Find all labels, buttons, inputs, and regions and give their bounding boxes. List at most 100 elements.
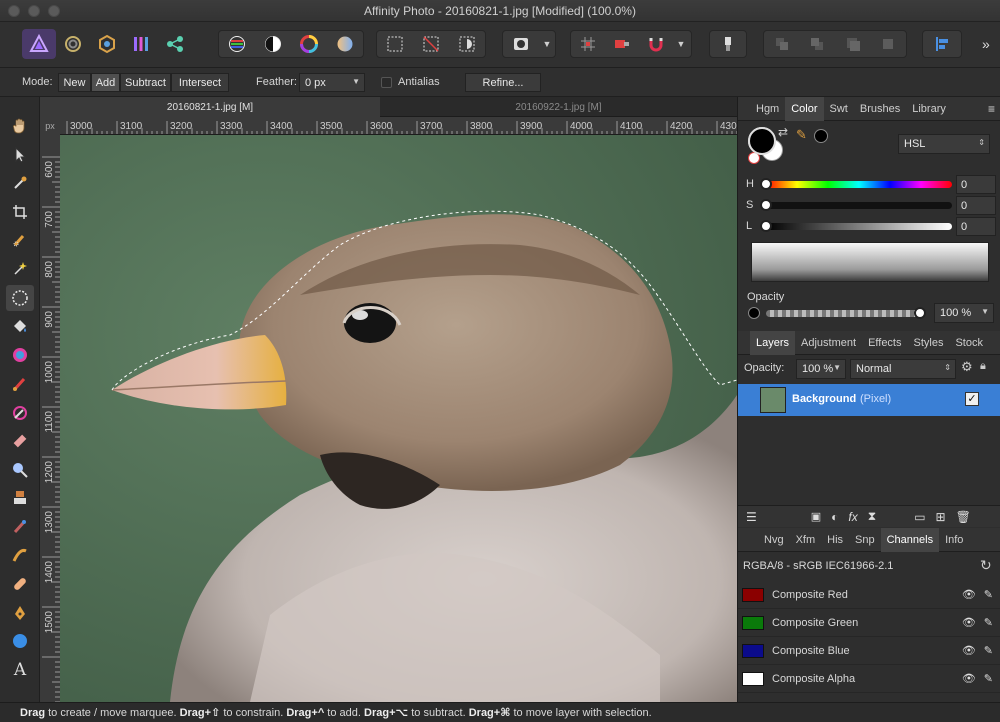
antialias-checkbox[interactable] xyxy=(381,77,392,88)
document-tab[interactable]: 20160821-1.jpg [M] xyxy=(40,97,380,117)
channel-row[interactable]: Composite Alpha 👁︎ ✎ xyxy=(738,665,1000,693)
swap-colors-icon[interactable]: ⇄ xyxy=(778,125,788,139)
blur-brush-tool-icon[interactable] xyxy=(6,514,34,540)
gear-icon[interactable]: ⚙ xyxy=(961,359,973,375)
document-canvas[interactable] xyxy=(60,135,737,702)
document-tab[interactable]: 20160922-1.jpg [M] xyxy=(380,97,737,117)
chevron-down-icon[interactable]: ▼ xyxy=(539,31,555,57)
contrast-icon[interactable] xyxy=(255,31,291,57)
opacity-slider[interactable] xyxy=(766,310,922,317)
fx-icon[interactable]: fx xyxy=(848,510,857,524)
tone-mapping-persona-icon[interactable] xyxy=(124,31,158,57)
pen-tool-icon[interactable] xyxy=(6,600,34,626)
tab-adjustment[interactable]: Adjustment xyxy=(795,331,862,355)
eye-icon[interactable]: 👁︎ xyxy=(962,644,976,657)
assistant-icon[interactable] xyxy=(605,31,639,57)
crop-tool-icon[interactable] xyxy=(6,199,34,225)
layer-visibility-checkbox[interactable]: ✓ xyxy=(965,392,979,406)
mode-intersect-button[interactable]: Intersect xyxy=(171,73,229,92)
saturation-value[interactable]: 0 xyxy=(956,196,996,215)
tab-channels[interactable]: Channels xyxy=(880,527,940,552)
tab-brushes[interactable]: Brushes xyxy=(854,97,906,121)
clone-tool-icon[interactable] xyxy=(6,485,34,511)
adjustment-icon[interactable]: ◐ xyxy=(831,510,838,524)
panel-menu-icon[interactable]: ≡ xyxy=(988,102,995,116)
tab-library[interactable]: Library xyxy=(906,97,952,121)
refine-button[interactable]: Refine... xyxy=(465,73,541,92)
color-opacity-field[interactable]: 100 % ▼ xyxy=(934,303,994,323)
color-preview-gradient[interactable] xyxy=(751,242,989,282)
pencil-icon[interactable]: ✎ xyxy=(984,588,993,601)
dodge-tool-icon[interactable] xyxy=(6,457,34,483)
levels-icon[interactable] xyxy=(219,31,255,57)
pencil-icon[interactable]: ✎ xyxy=(984,616,993,629)
lock-icon[interactable]: 🔒︎ xyxy=(980,360,986,373)
lightness-slider-knob[interactable] xyxy=(760,220,772,232)
develop-persona-icon[interactable] xyxy=(90,31,124,57)
tab-histogram[interactable]: Hgm xyxy=(750,97,785,121)
move-tool-icon[interactable] xyxy=(6,142,34,168)
brush-icon[interactable] xyxy=(710,31,746,57)
select-all-icon[interactable] xyxy=(377,31,413,57)
add-layer-icon[interactable]: ⊞ xyxy=(936,510,946,524)
layer-row[interactable]: Background (Pixel) ✓ xyxy=(738,384,1000,416)
tab-color[interactable]: Color xyxy=(785,96,824,121)
flood-select-tool-icon[interactable] xyxy=(6,255,34,281)
snapping-magnet-icon[interactable] xyxy=(639,31,673,57)
tab-history[interactable]: His xyxy=(821,528,849,552)
refresh-icon[interactable]: ↻ xyxy=(980,557,992,574)
quick-mask-icon[interactable] xyxy=(503,31,539,57)
eye-icon[interactable]: 👁︎ xyxy=(962,588,976,601)
lightness-value[interactable]: 0 xyxy=(956,217,996,236)
white-balance-icon[interactable] xyxy=(327,31,363,57)
inpainting-tool-icon[interactable] xyxy=(6,542,34,568)
trash-icon[interactable]: 🗑︎ xyxy=(956,510,971,524)
paint-brush-tool-icon[interactable] xyxy=(6,371,34,397)
folder-icon[interactable]: ▭ xyxy=(914,510,925,524)
move-to-back-icon[interactable] xyxy=(871,31,907,57)
tab-snapshots[interactable]: Snp xyxy=(849,528,881,552)
fill-tool-icon[interactable] xyxy=(6,314,34,340)
move-to-front-icon[interactable] xyxy=(835,31,871,57)
color-wheel-icon[interactable] xyxy=(291,31,327,57)
grid-snap-icon[interactable] xyxy=(571,31,605,57)
tab-info[interactable]: Info xyxy=(939,528,969,552)
selection-brush-tool-icon[interactable] xyxy=(6,227,34,253)
tab-effects[interactable]: Effects xyxy=(862,331,907,355)
mode-new-button[interactable]: New xyxy=(58,73,91,92)
color-model-select[interactable]: HSL ⇕ xyxy=(898,134,990,154)
channel-row[interactable]: Composite Blue 👁︎ ✎ xyxy=(738,637,1000,665)
hue-slider-knob[interactable] xyxy=(760,178,772,190)
saturation-slider[interactable]: S 0 xyxy=(746,196,996,215)
mode-subtract-button[interactable]: Subtract xyxy=(120,73,171,92)
tab-layers[interactable]: Layers xyxy=(750,330,796,355)
opacity-slider-knob[interactable] xyxy=(914,307,926,319)
color-tool-icon[interactable] xyxy=(6,342,34,368)
layers-stack-icon[interactable]: ☰ xyxy=(746,510,757,524)
eye-icon[interactable]: 👁︎ xyxy=(962,616,976,629)
align-icon[interactable] xyxy=(923,31,961,57)
text-tool-icon[interactable]: A xyxy=(6,657,34,683)
color-picker-tool-icon[interactable] xyxy=(6,170,34,196)
marquee-tool-icon[interactable] xyxy=(6,285,34,311)
hue-slider[interactable]: H 0 xyxy=(746,175,996,194)
eyedropper-icon[interactable]: ✎ xyxy=(796,127,807,143)
deselect-icon[interactable] xyxy=(413,31,449,57)
channel-row[interactable]: Composite Red 👁︎ ✎ xyxy=(738,581,1000,609)
shape-tool-icon[interactable] xyxy=(6,628,34,654)
chevron-down-icon[interactable]: ▼ xyxy=(673,31,689,57)
liquify-persona-icon[interactable] xyxy=(56,31,90,57)
view-tool-hand-icon[interactable] xyxy=(6,113,34,139)
invert-selection-icon[interactable] xyxy=(449,31,485,57)
photo-persona-icon[interactable] xyxy=(22,29,56,59)
pencil-icon[interactable]: ✎ xyxy=(984,672,993,685)
hue-value[interactable]: 0 xyxy=(956,175,996,194)
mask-icon[interactable]: ▣ xyxy=(811,510,821,523)
blend-mode-select[interactable]: Normal ⇕ xyxy=(850,359,956,379)
toolbar-overflow-icon[interactable]: » xyxy=(982,36,990,52)
tab-swatches[interactable]: Swt xyxy=(824,97,854,121)
move-forward-icon[interactable] xyxy=(764,31,800,57)
live-filter-icon[interactable]: ⧗ xyxy=(868,509,876,524)
move-back-icon[interactable] xyxy=(800,31,836,57)
saturation-slider-knob[interactable] xyxy=(760,199,772,211)
